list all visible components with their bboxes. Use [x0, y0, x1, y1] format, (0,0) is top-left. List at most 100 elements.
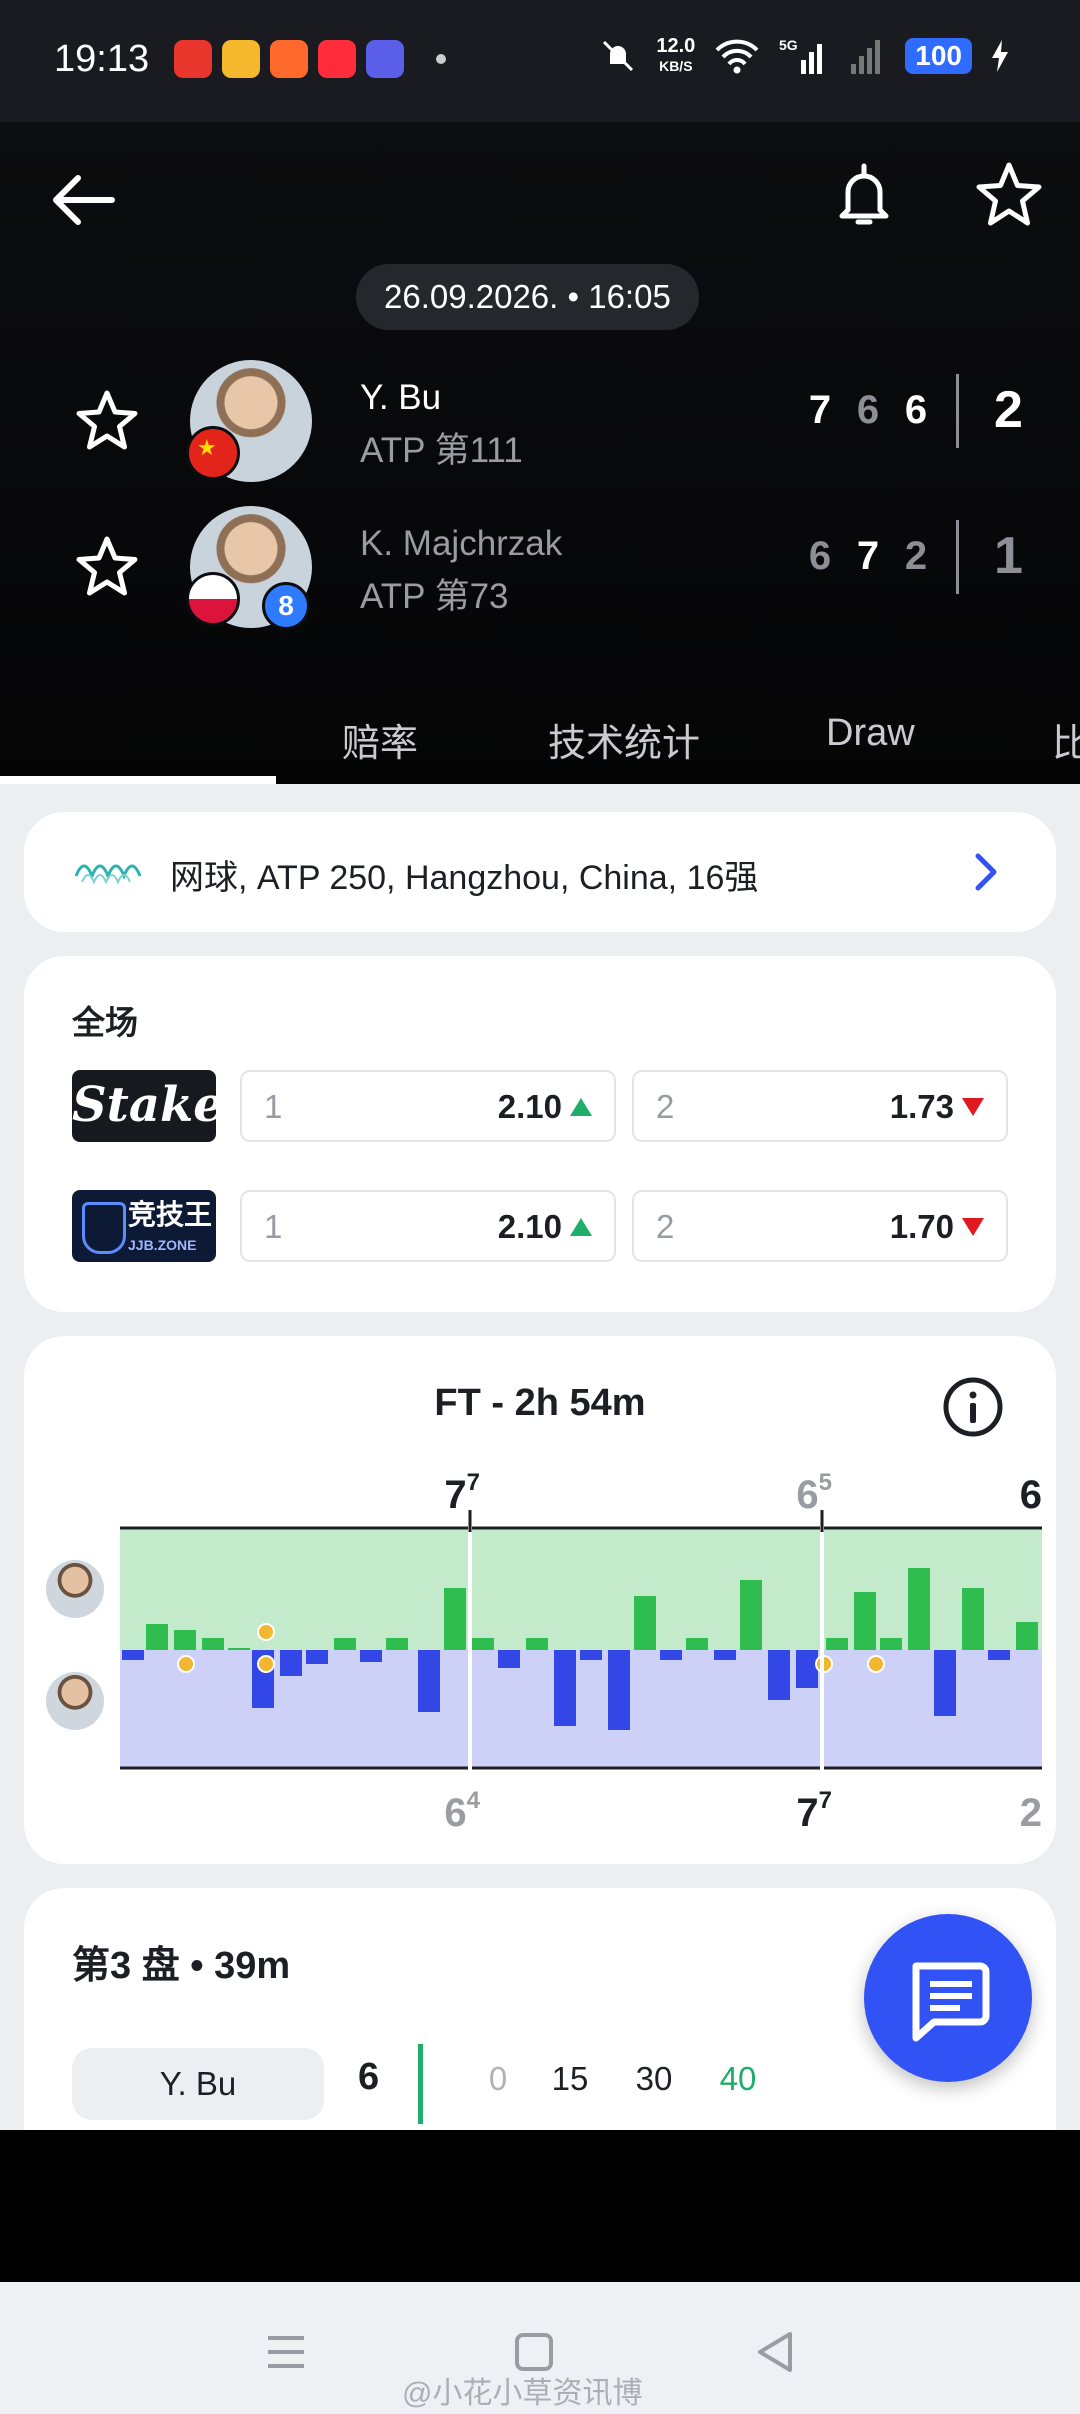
- tournament-name: 网球, ATP 250, Hangzhou, China, 16强: [170, 859, 759, 897]
- player1-momentum-bar: [472, 1638, 494, 1650]
- jjb-logo[interactable]: 竞技王 JJB.ZONE: [72, 1190, 216, 1262]
- chat-button[interactable]: [864, 1914, 1032, 2082]
- bell-icon[interactable]: [834, 160, 894, 232]
- status-bar: 19:13 12.0 KB/S 5G 100: [0, 0, 1080, 122]
- player1-momentum-bar: [444, 1588, 466, 1650]
- player1-momentum-bar: [740, 1580, 762, 1650]
- trend-up-icon: [570, 1218, 592, 1236]
- player1-momentum-bar: [634, 1596, 656, 1650]
- favorite-star-icon[interactable]: [974, 160, 1044, 230]
- player1-momentum-bar: [526, 1638, 548, 1650]
- signal-icon: [851, 40, 881, 74]
- chat-icon: [912, 1962, 990, 2042]
- system-nav-bar: @小花小草资讯博: [0, 2282, 1080, 2414]
- stake-logo[interactable]: Stake: [72, 1070, 224, 1142]
- break-point-marker: [257, 1655, 275, 1673]
- top-set-score: 65: [796, 1469, 832, 1517]
- status-time: 19:13: [54, 38, 150, 80]
- battery-level: 100: [905, 38, 972, 74]
- seed-badge: 8: [262, 582, 310, 630]
- odds-away-button[interactable]: 2 1.70: [632, 1190, 1008, 1262]
- player1-momentum-bar: [334, 1638, 356, 1650]
- bookmaker-subtitle: JJB.ZONE: [128, 1237, 197, 1253]
- charging-icon: [992, 40, 1008, 72]
- menu-icon[interactable]: [256, 2322, 316, 2382]
- tab-statistics[interactable]: 技术统计: [548, 712, 700, 767]
- player-name[interactable]: K. Majchrzak: [360, 524, 562, 564]
- match-date-time: 26.09.2026. • 16:05: [356, 264, 699, 330]
- player2-momentum-bar: [608, 1650, 630, 1730]
- player2-momentum-bar: [768, 1650, 790, 1700]
- player-row-2: 8 K. Majchrzak ATP 第73 6 7 2 1: [0, 500, 1080, 630]
- player-name[interactable]: Y. Bu: [360, 378, 441, 418]
- player-chip: Y. Bu: [72, 2048, 324, 2120]
- match-tabs: 赔率 技术统计 Draw 比: [0, 682, 1080, 784]
- svg-text:5G: 5G: [779, 37, 798, 53]
- set-title: 第3 盘 • 39m: [72, 1945, 291, 1987]
- point-score: 40: [719, 2060, 757, 2097]
- player1-momentum-bar: [854, 1592, 876, 1650]
- set-score: 7: [856, 534, 880, 578]
- screen-blank-area: [0, 2130, 1080, 2282]
- app-notification-icon: [270, 40, 308, 78]
- bookmaker-name: 竞技王: [128, 1199, 213, 1230]
- player-avatar[interactable]: 8: [186, 506, 312, 630]
- player2-momentum-bar: [360, 1650, 382, 1662]
- set-scores: 7 6 6: [796, 388, 940, 433]
- player2-momentum-bar: [714, 1650, 736, 1660]
- odds-value: 2.10: [497, 1208, 562, 1245]
- tennis-league-icon: [74, 864, 142, 885]
- follow-player-star-icon[interactable]: [74, 534, 140, 600]
- player1-momentum-bar: [202, 1638, 224, 1650]
- tab-odds[interactable]: 赔率: [342, 712, 418, 767]
- player2-momentum-bar: [122, 1650, 144, 1660]
- bottom-set-score: 64: [444, 1787, 480, 1835]
- odds-away-button[interactable]: 2 1.73: [632, 1070, 1008, 1142]
- follow-player-star-icon[interactable]: [74, 388, 140, 454]
- odds-label: 2: [656, 1088, 675, 1125]
- chevron-right-icon: [975, 853, 997, 891]
- back-triangle-icon[interactable]: [746, 2322, 806, 2382]
- player1-momentum-bar: [228, 1648, 250, 1650]
- player2-momentum-bar: [988, 1650, 1010, 1660]
- player2-momentum-bar: [660, 1650, 682, 1660]
- break-point-marker: [867, 1655, 885, 1673]
- point-score: 15: [551, 2060, 589, 2097]
- player2-momentum-bar: [306, 1650, 328, 1664]
- watermark: @小花小草资讯博: [402, 2377, 643, 2410]
- player2-momentum-bar: [280, 1650, 302, 1676]
- player-row-1: Y. Bu ATP 第111 7 6 6 2: [0, 354, 1080, 484]
- tab-draw[interactable]: Draw: [826, 712, 915, 755]
- network-speed: 12.0 KB/S: [656, 36, 695, 76]
- more-notifications-icon: [436, 54, 446, 64]
- set-score: 7: [808, 388, 832, 432]
- player2-momentum-bar: [580, 1650, 602, 1660]
- player1-momentum-bar: [386, 1638, 408, 1650]
- set-scores: 6 7 2: [796, 534, 940, 579]
- player2-momentum-bar: [796, 1650, 818, 1688]
- tournament-link[interactable]: 网球, ATP 250, Hangzhou, China, 16强: [24, 812, 1056, 932]
- player-rank: ATP 第111: [360, 431, 523, 470]
- sets-won: 1: [994, 527, 1023, 585]
- player2-momentum-bar: [554, 1650, 576, 1726]
- odds-value: 1.70: [889, 1208, 954, 1245]
- player1-momentum-bar: [174, 1630, 196, 1650]
- top-set-score: 77: [444, 1469, 480, 1517]
- odds-home-button[interactable]: 1 2.10: [240, 1070, 616, 1142]
- player-avatar[interactable]: [186, 360, 312, 482]
- trend-down-icon: [962, 1218, 984, 1236]
- back-arrow-icon[interactable]: [48, 164, 120, 236]
- match-header: 26.09.2026. • 16:05 Y. Bu ATP 第111 7 6 6…: [0, 122, 1080, 784]
- player1-momentum-bar: [962, 1588, 984, 1650]
- player1-momentum-bar: [1016, 1622, 1038, 1650]
- tab-more[interactable]: 比: [1052, 712, 1080, 767]
- poland-flag-icon: [186, 572, 240, 626]
- bottom-set-score: 77: [796, 1787, 832, 1835]
- player1-momentum-bar: [908, 1568, 930, 1650]
- player2-momentum-bar: [498, 1650, 520, 1668]
- player-rank: ATP 第73: [360, 577, 509, 616]
- odds-home-button[interactable]: 1 2.10: [240, 1190, 616, 1262]
- game-score: 6: [358, 2056, 380, 2098]
- app-notification-icon: [366, 40, 404, 78]
- network-speed-value: 12.0: [656, 35, 696, 57]
